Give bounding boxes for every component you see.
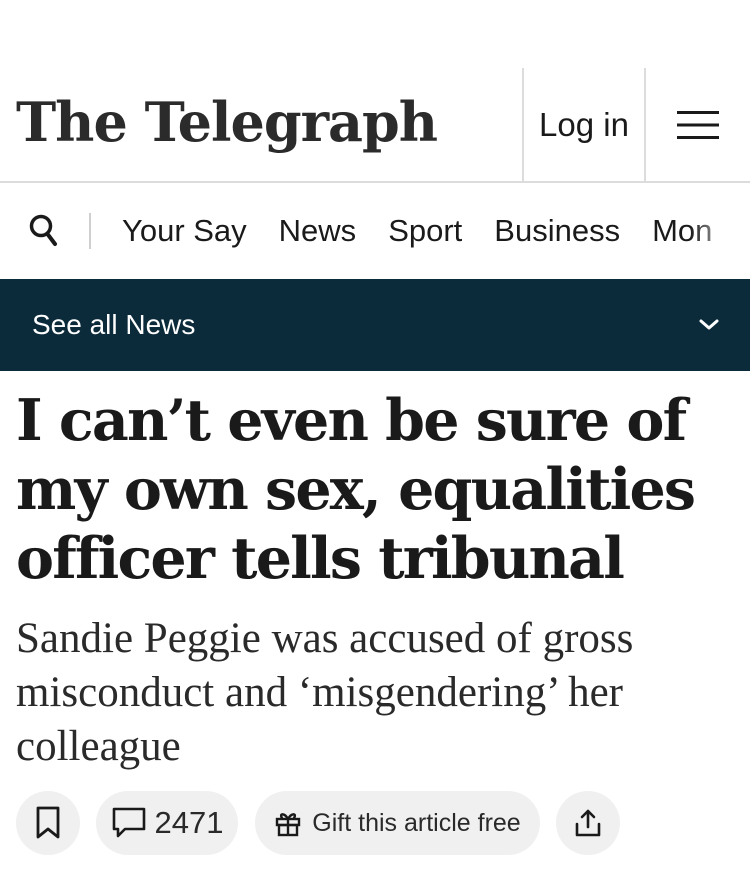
nav-item-business[interactable]: Business (494, 213, 620, 249)
see-all-section-dropdown[interactable]: See all News (0, 279, 750, 371)
section-dropdown-label: See all News (32, 309, 196, 340)
gift-article-button[interactable]: Gift this article free (255, 791, 540, 855)
masthead: The Telegraph Log in (0, 68, 750, 183)
chevron-down-icon (699, 319, 719, 330)
section-nav: Your Say News Sport Business Mon (0, 183, 750, 279)
login-button[interactable]: Log in (522, 68, 646, 181)
bookmark-icon (36, 806, 60, 839)
nav-item-sport[interactable]: Sport (388, 213, 462, 249)
telegraph-logo[interactable]: The Telegraph (16, 90, 438, 154)
bookmark-button[interactable] (16, 791, 80, 855)
menu-button[interactable] (660, 68, 736, 181)
gift-article-label: Gift this article free (312, 808, 521, 837)
gift-icon (276, 813, 301, 837)
nav-divider (89, 213, 91, 249)
search-icon (29, 214, 57, 246)
search-button[interactable] (28, 213, 60, 249)
share-icon (575, 809, 601, 837)
nav-items: Your Say News Sport Business Mon (122, 183, 744, 279)
hamburger-menu-icon (677, 110, 719, 139)
comment-icon (112, 807, 145, 838)
article-headline: I can’t even be sure of my own sex, equa… (16, 387, 696, 592)
article-actions: 2471 Gift this article free (16, 791, 620, 855)
nav-item-your-say[interactable]: Your Say (122, 213, 247, 249)
nav-item-news[interactable]: News (279, 213, 357, 249)
article-standfirst: Sandie Peggie was accused of gross misco… (16, 615, 634, 770)
share-button[interactable] (556, 791, 620, 855)
nav-item-money[interactable]: Mon (652, 213, 712, 249)
comments-button[interactable]: 2471 (96, 791, 238, 855)
comments-count: 2471 (154, 805, 224, 840)
